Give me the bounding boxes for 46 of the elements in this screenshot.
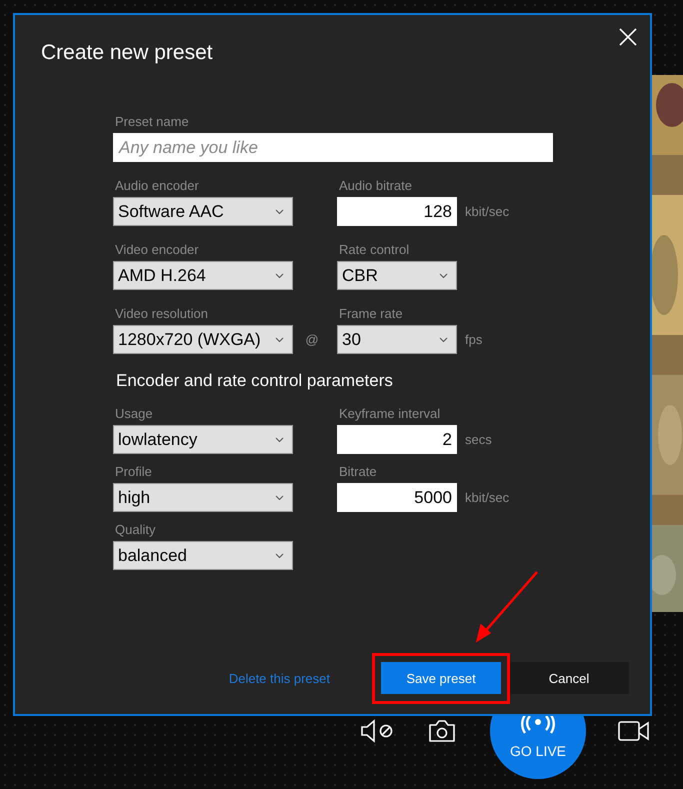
unit-label: secs bbox=[464, 432, 493, 447]
field-label: Video resolution bbox=[114, 305, 209, 323]
field-label: Rate control bbox=[338, 241, 410, 259]
mute-icon[interactable] bbox=[360, 719, 394, 743]
field-label: Audio bitrate bbox=[338, 177, 413, 195]
dropdown[interactable]: lowlatency bbox=[113, 425, 293, 454]
field-label: Frame rate bbox=[338, 305, 404, 323]
separator-label: @ bbox=[304, 332, 320, 347]
section-heading: Encoder and rate control parameters bbox=[115, 370, 394, 392]
dropdown[interactable]: balanced bbox=[113, 541, 293, 570]
chevron-icon bbox=[275, 336, 284, 342]
video-camera-icon[interactable] bbox=[618, 720, 650, 742]
number-field[interactable]: 2 bbox=[337, 425, 457, 454]
dialog-title: Create new preset bbox=[41, 41, 214, 66]
chevron-icon bbox=[275, 436, 284, 442]
field-label: Audio encoder bbox=[114, 177, 200, 195]
chevron-icon bbox=[439, 336, 448, 342]
dropdown[interactable]: high bbox=[113, 483, 293, 512]
broadcast-icon bbox=[520, 714, 556, 734]
field-label: Usage bbox=[114, 405, 154, 423]
field-label: Profile bbox=[114, 463, 153, 481]
dropdown[interactable]: 1280x720 (WXGA) bbox=[113, 325, 293, 354]
chevron-icon bbox=[275, 208, 284, 214]
field-label: Video encoder bbox=[114, 241, 200, 259]
unit-label: kbit/sec bbox=[464, 490, 510, 505]
field-label: Keyframe interval bbox=[338, 405, 442, 423]
chevron-icon bbox=[275, 552, 284, 558]
cancel-button[interactable]: Cancel bbox=[509, 662, 629, 694]
dropdown[interactable]: Software AAC bbox=[113, 197, 293, 226]
chevron-icon bbox=[439, 272, 448, 278]
chevron-icon bbox=[275, 494, 284, 500]
save-button[interactable]: Save preset bbox=[381, 662, 501, 694]
field-label: Bitrate bbox=[338, 463, 378, 481]
number-field[interactable]: 5000 bbox=[337, 483, 457, 512]
field-label: Quality bbox=[114, 521, 156, 539]
dropdown[interactable]: 30 bbox=[337, 325, 457, 354]
dropdown[interactable]: AMD H.264 bbox=[113, 261, 293, 290]
number-field[interactable]: 128 bbox=[337, 197, 457, 226]
field-label: Preset name bbox=[114, 113, 190, 131]
close-icon[interactable] bbox=[619, 28, 637, 46]
delete-link[interactable]: Delete this preset bbox=[228, 670, 330, 686]
chevron-icon bbox=[275, 272, 284, 278]
unit-label: kbit/sec bbox=[464, 204, 510, 219]
unit-label: fps bbox=[464, 332, 484, 347]
dropdown[interactable]: CBR bbox=[337, 261, 457, 290]
camera-icon[interactable] bbox=[428, 719, 456, 743]
